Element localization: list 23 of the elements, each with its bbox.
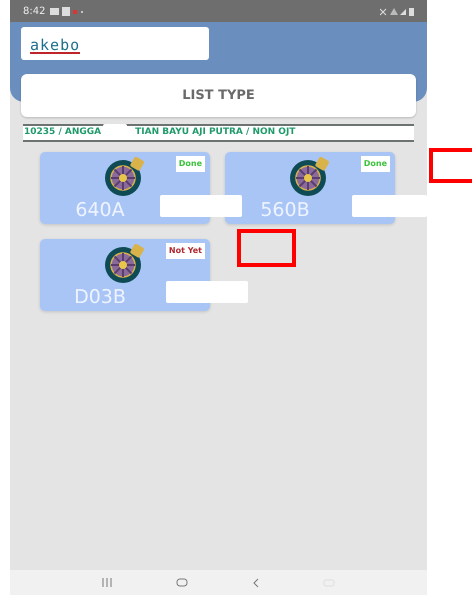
type-code: 560B — [260, 199, 311, 221]
system-status-icons — [380, 6, 414, 16]
recent-apps-icon[interactable] — [102, 578, 112, 587]
brand-logo: akebo — [30, 38, 80, 54]
type-code: 640A — [75, 199, 126, 221]
operator-id-text: 10235 / ANGGA — [24, 126, 102, 140]
operator-name-text: TIAN BAYU AJI PUTRA / NON OJT — [135, 126, 296, 140]
type-tile[interactable]: 640A Done — [40, 152, 210, 224]
status-time: 8:42 — [23, 4, 46, 18]
page-title: LIST TYPE — [21, 74, 416, 117]
type-code: D03B — [74, 286, 127, 308]
status-badge: Done — [176, 156, 205, 172]
back-icon[interactable] — [252, 578, 259, 588]
status-badge: Not Yet — [166, 243, 205, 259]
notification-icons — [50, 6, 84, 16]
type-tile[interactable]: D03B Not Yet — [40, 239, 210, 311]
annotation-frame — [429, 148, 472, 183]
home-icon[interactable] — [176, 578, 188, 587]
wheel-icon — [104, 244, 146, 284]
status-badge: Done — [360, 156, 390, 172]
wheel-icon — [289, 157, 331, 197]
annotation-frame — [237, 229, 296, 267]
wheel-icon — [104, 157, 146, 197]
